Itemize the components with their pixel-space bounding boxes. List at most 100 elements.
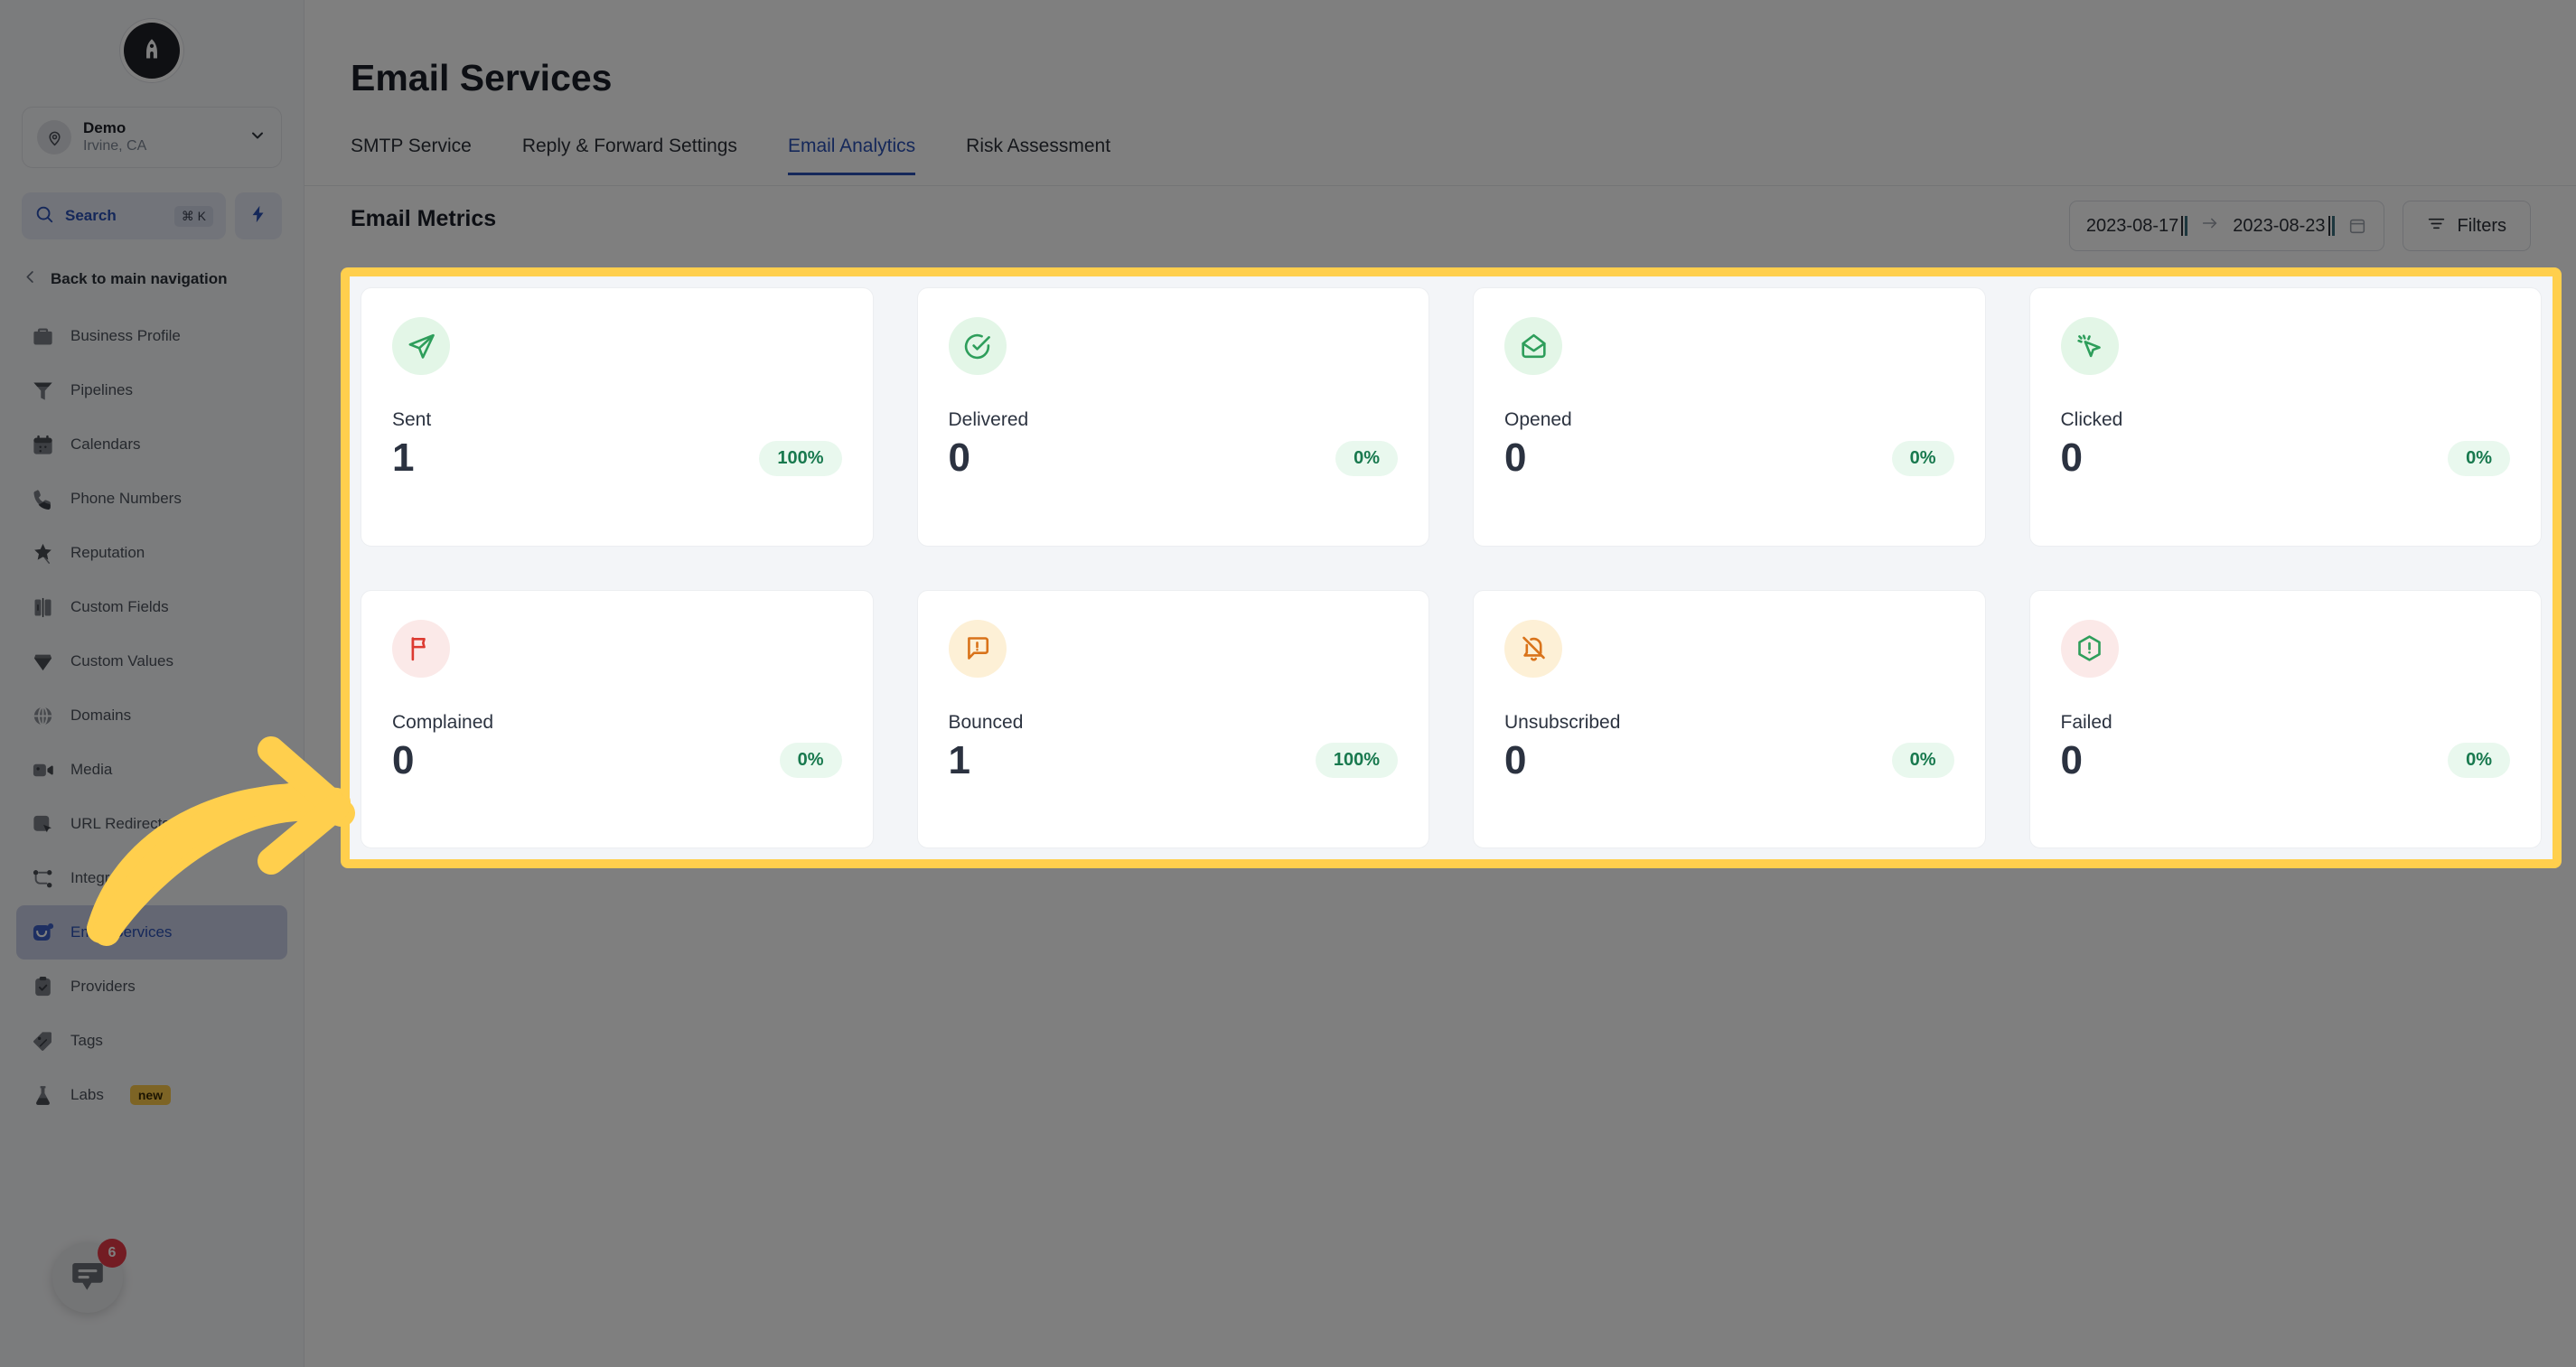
- metric-bottom: 1 100%: [392, 435, 842, 482]
- metric-percent: 0%: [2448, 440, 2510, 476]
- location-text: Demo Irvine, CA: [83, 118, 248, 156]
- sidebar-item-label: Integrations: [70, 869, 151, 886]
- metric-label: Failed: [2060, 711, 2112, 733]
- sidebar-item-phone-numbers[interactable]: Phone Numbers: [16, 472, 287, 526]
- sidebar-item-custom-values[interactable]: Custom Values: [16, 634, 287, 688]
- filters-button[interactable]: Filters: [2402, 201, 2531, 251]
- funnel-icon: [31, 379, 55, 403]
- search-input[interactable]: Search ⌘ K: [22, 192, 226, 239]
- metrics-highlight-region: Sent 1 100% Delivered 0 0% Opened 0 0% C…: [341, 267, 2562, 868]
- sidebar-item-tags[interactable]: Tags: [16, 1014, 287, 1068]
- sidebar-item-label: Custom Fields: [70, 598, 169, 615]
- metric-percent: 0%: [1891, 440, 1954, 476]
- quick-action-button[interactable]: [235, 192, 282, 239]
- briefcase-icon: [31, 324, 55, 349]
- tag-icon: [31, 1029, 55, 1053]
- calendar-icon: [31, 433, 55, 457]
- metric-bottom: 0 0%: [392, 737, 842, 785]
- metric-value: 0: [1504, 737, 1527, 782]
- section-title: Email Metrics: [351, 206, 497, 231]
- metric-label: Opened: [1504, 409, 1572, 430]
- search-label: Search: [65, 207, 117, 224]
- filter-lines-icon: [2427, 214, 2446, 239]
- metric-card-failed[interactable]: Failed 0 0%: [2028, 589, 2542, 848]
- chat-widget-button[interactable]: 6: [52, 1239, 126, 1313]
- date-end-field[interactable]: 2023-08-23: [2233, 215, 2335, 237]
- sidebar-item-reputation[interactable]: Reputation: [16, 526, 287, 580]
- location-switcher[interactable]: Demo Irvine, CA: [22, 107, 282, 168]
- sidebar-item-business-profile[interactable]: Business Profile: [16, 309, 287, 363]
- metric-percent: 0%: [779, 743, 842, 779]
- chevron-down-icon[interactable]: [248, 126, 267, 148]
- sidebar-item-media[interactable]: Media: [16, 743, 287, 797]
- tab-risk-assessment[interactable]: Risk Assessment: [966, 136, 1110, 175]
- sidebar-item-providers[interactable]: Providers: [16, 960, 287, 1014]
- metric-percent: 0%: [1335, 440, 1398, 476]
- date-start-field[interactable]: 2023-08-17: [2086, 216, 2188, 237]
- metric-label: Complained: [392, 711, 494, 733]
- sidebar-item-calendars[interactable]: Calendars: [16, 417, 287, 472]
- search-row: Search ⌘ K: [22, 192, 282, 239]
- sidebar-item-label: Email Services: [70, 923, 173, 941]
- metric-label: Clicked: [2060, 409, 2123, 430]
- metric-card-bounced[interactable]: Bounced 1 100%: [916, 589, 1429, 848]
- calendar-icon[interactable]: [2347, 216, 2367, 236]
- page-title: Email Services: [351, 57, 613, 98]
- tab-smtp-service[interactable]: SMTP Service: [351, 136, 472, 175]
- columns-icon: [31, 595, 55, 620]
- metrics-grid: Sent 1 100% Delivered 0 0% Opened 0 0% C…: [361, 287, 2542, 848]
- lightning-bolt-icon: [248, 202, 268, 230]
- date-end-value: 2023-08-23: [2233, 215, 2326, 236]
- flag-icon: [392, 619, 450, 678]
- metric-card-clicked[interactable]: Clicked 0 0%: [2028, 287, 2542, 547]
- metric-bottom: 0 0%: [2060, 435, 2510, 482]
- metric-card-complained[interactable]: Complained 0 0%: [361, 589, 874, 848]
- back-to-main-navigation[interactable]: Back to main navigation: [22, 268, 282, 289]
- metric-bottom: 0 0%: [949, 435, 1398, 482]
- sidebar-item-domains[interactable]: Domains: [16, 688, 287, 743]
- metric-label: Delivered: [948, 409, 1029, 430]
- search-shortcut: ⌘ K: [173, 205, 213, 227]
- check-circle-icon: [948, 317, 1007, 375]
- nodes-icon: [31, 866, 55, 891]
- sidebar-item-url-redirects[interactable]: URL Redirects: [16, 797, 287, 851]
- metric-card-sent[interactable]: Sent 1 100%: [361, 287, 874, 547]
- metric-percent: 0%: [2448, 743, 2510, 779]
- sidebar-item-label: Providers: [70, 978, 136, 995]
- sidebar-item-label: Tags: [70, 1032, 103, 1049]
- back-nav-label: Back to main navigation: [51, 269, 228, 287]
- bell-off-icon: [1504, 619, 1562, 678]
- sidebar-item-label: Media: [70, 761, 113, 778]
- cursor-click-icon: [31, 812, 55, 837]
- metric-value: 1: [392, 435, 415, 480]
- metric-value: 0: [2060, 435, 2083, 480]
- metric-percent: 100%: [759, 440, 842, 476]
- message-alert-icon: [948, 619, 1007, 678]
- sidebar-item-label: URL Redirects: [70, 815, 170, 832]
- sidebar-item-custom-fields[interactable]: Custom Fields: [16, 580, 287, 634]
- rocket-logo-icon[interactable]: [124, 23, 180, 79]
- open-envelope-icon: [1504, 317, 1562, 375]
- date-range-picker[interactable]: 2023-08-17 2023-08-23: [2068, 201, 2384, 251]
- brand-logo-wrap: [0, 0, 304, 101]
- sidebar-item-pipelines[interactable]: Pipelines: [16, 363, 287, 417]
- sidebar: Demo Irvine, CA Search ⌘ K Back to main …: [0, 0, 304, 1367]
- sidebar-nav: Business Profile Pipelines Calendars Pho…: [0, 309, 304, 1122]
- video-camera-icon: [31, 758, 55, 782]
- sidebar-item-labs[interactable]: Labs new: [16, 1068, 287, 1122]
- metric-bottom: 0 0%: [1504, 737, 1954, 785]
- sidebar-item-label: Reputation: [70, 544, 145, 561]
- cursor-click-icon: [2060, 317, 2119, 375]
- sidebar-item-integrations[interactable]: Integrations: [16, 851, 287, 905]
- metric-card-unsubscribed[interactable]: Unsubscribed 0 0%: [1473, 589, 1986, 848]
- tab-email-analytics[interactable]: Email Analytics: [787, 136, 916, 175]
- sidebar-item-label: Labs: [70, 1086, 104, 1103]
- tab-reply-forward-settings[interactable]: Reply & Forward Settings: [522, 136, 737, 175]
- metric-card-delivered[interactable]: Delivered 0 0%: [916, 287, 1429, 547]
- sidebar-item-email-services[interactable]: Email Services: [16, 905, 287, 960]
- location-name: Demo: [83, 118, 126, 136]
- sidebar-item-label: Custom Values: [70, 652, 174, 669]
- metric-card-opened[interactable]: Opened 0 0%: [1473, 287, 1986, 547]
- tab-bar: SMTP Service Reply & Forward Settings Em…: [351, 136, 1110, 175]
- map-pin-icon: [37, 120, 71, 154]
